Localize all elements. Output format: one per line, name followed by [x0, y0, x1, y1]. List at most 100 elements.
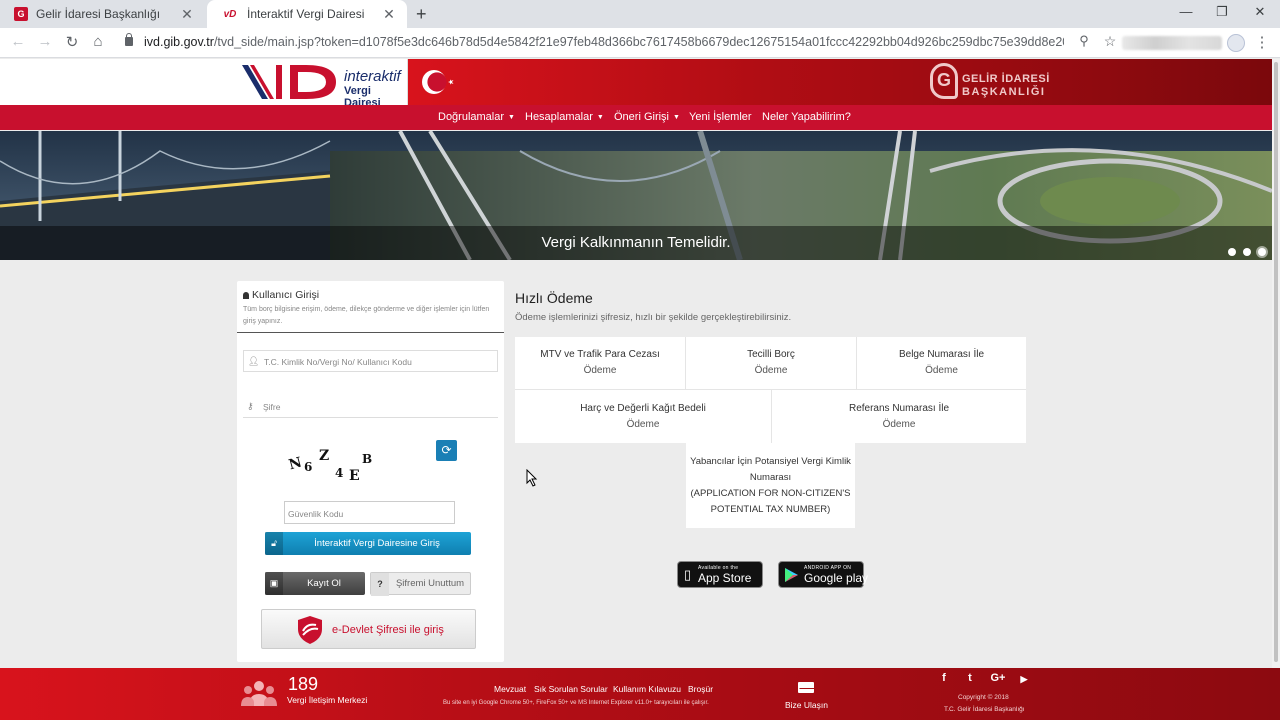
captcha-char: E: [349, 468, 360, 484]
payment-mtv[interactable]: MTV ve Trafik Para Cezası Ödeme: [515, 337, 685, 389]
twitter-icon[interactable]: t: [962, 672, 978, 684]
address-bar[interactable]: ivd.gib.gov.tr/tvd_side/main.jsp?token=d…: [144, 35, 1064, 49]
footer-link-sss[interactable]: Sık Sorulan Sorular: [534, 684, 608, 694]
restore-button[interactable]: ❐: [1212, 4, 1232, 20]
ivd-logo[interactable]: interaktif Vergi Dairesi: [240, 59, 408, 109]
youtube-icon[interactable]: ▶: [1016, 674, 1032, 685]
hero-caption: Vergi Kalkınmanın Temelidir.: [541, 234, 731, 251]
nav-label: Doğrulamalar: [438, 111, 505, 123]
footer-link-kilavuz[interactable]: Kullanım Kılavuzu: [613, 684, 681, 694]
slider-dot-2[interactable]: [1243, 248, 1251, 256]
nav-item-dogrulamalar[interactable]: Doğrulamalar ▼: [438, 111, 515, 123]
payment-tecilli-borc[interactable]: Tecilli Borç Ödeme: [685, 337, 856, 389]
payment-label: Referans Numarası İle: [848, 403, 950, 414]
phone-label: Vergi İletişim Merkezi: [287, 695, 368, 705]
site-footer: 189 Vergi İletişim Merkezi Mevzuat Sık S…: [0, 668, 1280, 720]
extension-icons[interactable]: [1122, 36, 1222, 50]
profile-avatar[interactable]: [1227, 34, 1245, 52]
caret-down-icon: ▼: [508, 114, 515, 121]
lock-icon: [125, 33, 133, 46]
tab-close-icon[interactable]: ✕: [179, 6, 195, 23]
captcha-image: N 6 Z 4 E B: [287, 446, 387, 486]
gib-line-1: GELİR İDARESİ: [962, 73, 1050, 85]
payment-label: MTV ve Trafik Para Cezası: [540, 349, 660, 360]
phone-number[interactable]: 189: [288, 674, 318, 695]
payment-harc[interactable]: Harç ve Değerli Kağıt Bedeli Ödeme: [515, 389, 771, 443]
footer-link-mevzuat[interactable]: Mevzuat: [494, 684, 526, 694]
ivd-logo-mark-icon: [242, 65, 336, 99]
forgot-password-button[interactable]: ? Şifremi Unuttum: [370, 572, 471, 596]
quick-payment-description: Ödeme işlemlerinizi şifresiz, hızlı bir …: [515, 312, 792, 323]
nav-item-oneri-girisi[interactable]: Öneri Girişi ▼: [614, 111, 680, 123]
captcha-refresh-icon[interactable]: ⟳: [436, 440, 457, 461]
unlock-icon: 🔓︎: [265, 532, 283, 555]
app-store-big: App Store: [698, 571, 752, 585]
payment-sublabel: Ödeme: [925, 365, 958, 376]
nav-label: Hesaplamalar: [525, 111, 593, 123]
back-arrow-icon[interactable]: ←: [8, 33, 28, 50]
username-input[interactable]: 👤︎ T.C. Kimlik No/Vergi No/ Kullanıcı Ko…: [243, 350, 498, 372]
gib-line-2: BAŞKANLIĞI: [962, 86, 1046, 98]
login-title: Kullanıcı Girişi: [243, 289, 319, 301]
gib-logo[interactable]: G GELİR İDARESİ BAŞKANLIĞI: [930, 63, 1050, 103]
user-outline-icon: 👤︎: [248, 356, 260, 366]
google-plus-icon[interactable]: G+: [988, 672, 1008, 684]
scrollbar-thumb[interactable]: [1274, 62, 1278, 662]
app-store-badge[interactable]: ▯ Available on the App Store: [677, 561, 763, 588]
slider-dot-3[interactable]: [1258, 248, 1266, 256]
payment-sublabel: Ödeme: [626, 419, 660, 430]
edevlet-login-button[interactable]: e-Devlet Şifresi ile giriş: [261, 609, 476, 649]
security-code-placeholder: Güvenlik Kodu: [288, 509, 344, 519]
zoom-icon[interactable]: ⚲: [1074, 33, 1094, 49]
google-play-big: Google play: [804, 571, 869, 585]
payment-referans-numarasi[interactable]: Referans Numarası İle Ödeme: [771, 389, 1026, 443]
tab-close-icon[interactable]: ✕: [381, 6, 397, 23]
password-input[interactable]: ⚷ Şifre: [243, 396, 498, 418]
question-icon: ?: [371, 573, 389, 596]
payment-label: Numarası: [749, 472, 792, 483]
login-button[interactable]: 🔓︎ İnteraktif Vergi Dairesine Giriş: [265, 532, 471, 555]
payment-label: POTENTIAL TAX NUMBER): [710, 504, 831, 515]
forward-arrow-icon[interactable]: →: [35, 33, 55, 50]
google-play-badge[interactable]: ANDROID APP ON Google play: [778, 561, 868, 588]
login-title-text: Kullanıcı Girişi: [252, 289, 320, 301]
security-code-input[interactable]: Güvenlik Kodu: [284, 501, 455, 524]
register-button[interactable]: ▣ Kayıt Ol: [265, 572, 365, 595]
payment-belge-numarasi[interactable]: Belge Numarası İle Ödeme: [856, 337, 1026, 389]
browser-tab-ivd[interactable]: vD İnteraktif Vergi Dairesi ✕: [207, 0, 407, 28]
new-tab-button[interactable]: +: [416, 4, 427, 25]
bookmark-star-icon[interactable]: ☆: [1100, 33, 1120, 50]
nav-item-hesaplamalar[interactable]: Hesaplamalar ▼: [525, 111, 604, 123]
captcha-char: 4: [335, 466, 344, 480]
hero-slider: Vergi Kalkınmanın Temelidir.: [0, 131, 1272, 260]
reload-icon[interactable]: ↻: [62, 33, 82, 51]
browser-compat-note: Bu site en iyi Google Chrome 50+, FireFo…: [443, 700, 709, 706]
main-nav: Doğrulamalar ▼ Hesaplamalar ▼ Öneri Girişi…: [0, 105, 1280, 130]
payment-sublabel: Ödeme: [882, 419, 916, 430]
minimize-button[interactable]: —: [1176, 4, 1196, 19]
copyright: Copyright © 2018: [958, 694, 1009, 701]
nav-item-neler-yapabilirim[interactable]: Neler Yapabilirim?: [762, 111, 851, 123]
payment-foreigner-tax-number[interactable]: Yabancılar İçin Potansiyel Vergi Kimlik …: [686, 443, 855, 528]
captcha-char: 6: [304, 460, 313, 474]
forgot-password-label: Şifremi Unuttum: [395, 578, 465, 589]
home-icon[interactable]: ⌂: [88, 33, 108, 50]
contact-link[interactable]: Bize Ulaşın: [785, 700, 828, 710]
apple-icon: ▯: [684, 567, 692, 582]
footer-link-brosur[interactable]: Broşür: [688, 684, 713, 694]
copyright-org: T.C. Gelir İdaresi Başkanlığı: [944, 706, 1025, 713]
slider-dot-1[interactable]: [1228, 248, 1236, 256]
close-window-button[interactable]: ✕: [1250, 4, 1270, 20]
mouse-cursor-icon: [526, 469, 538, 487]
user-icon: [243, 292, 249, 299]
ivd-favicon-icon: vD: [221, 7, 239, 21]
menu-kebab-icon[interactable]: ⋮: [1252, 33, 1272, 51]
mail-icon[interactable]: [798, 682, 815, 693]
gib-favicon-icon: G: [14, 7, 28, 21]
facebook-icon[interactable]: f: [936, 672, 952, 684]
login-button-label: İnteraktif Vergi Dairesine Giriş: [314, 538, 440, 549]
browser-tab-gib[interactable]: G Gelir İdaresi Başkanlığı ✕: [0, 0, 205, 28]
caret-down-icon: ▼: [673, 114, 680, 121]
gib-logo-mark-icon: G: [930, 63, 958, 99]
nav-item-yeni-islemler[interactable]: Yeni İşlemler: [689, 111, 752, 123]
